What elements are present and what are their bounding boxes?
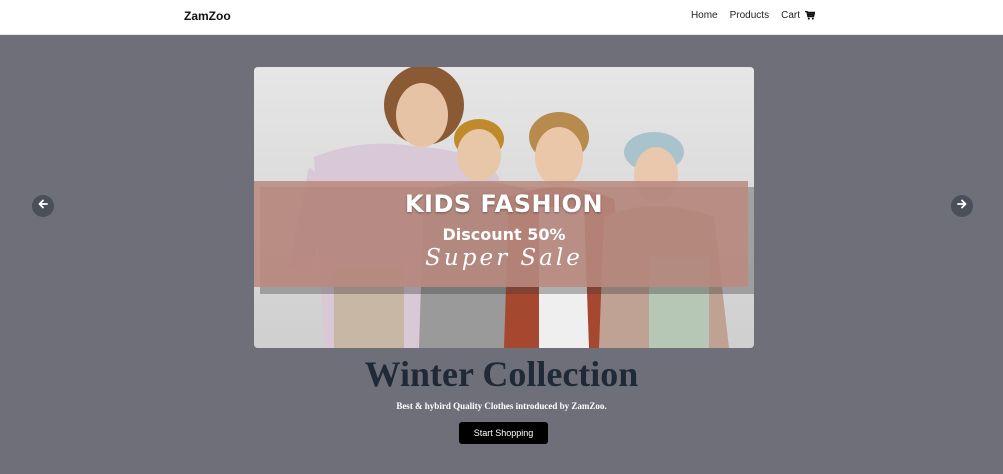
arrow-left-icon [37,197,49,215]
carousel-prev-button[interactable] [32,195,54,217]
carousel-next-button[interactable] [951,195,973,217]
banner-tagline: Super Sale [425,245,583,271]
nav-link-products[interactable]: Products [730,10,769,21]
nav-link-home[interactable]: Home [691,10,718,21]
navbar: ZamZoo Home Products Cart [0,0,1003,35]
carousel-slide-image: KIDS FASHION Discount 50% Super Sale [254,67,754,348]
nav-links: Home Products Cart [691,10,815,21]
cart-icon [805,11,815,20]
banner-discount: Discount 50% [442,225,566,244]
banner-title: KIDS FASHION [404,190,604,218]
brand-logo[interactable]: ZamZoo [184,9,231,23]
hero-carousel: KIDS FASHION Discount 50% Super Sale Win… [0,35,1003,474]
caption-title: Winter Collection [364,354,639,394]
start-shopping-button[interactable]: Start Shopping [459,422,548,444]
nav-link-cart-label: Cart [781,10,800,21]
caption-subtitle: Best & hybird Quality Clothes introduced… [396,401,607,411]
arrow-right-icon [956,197,968,215]
nav-link-cart[interactable]: Cart [781,10,815,21]
